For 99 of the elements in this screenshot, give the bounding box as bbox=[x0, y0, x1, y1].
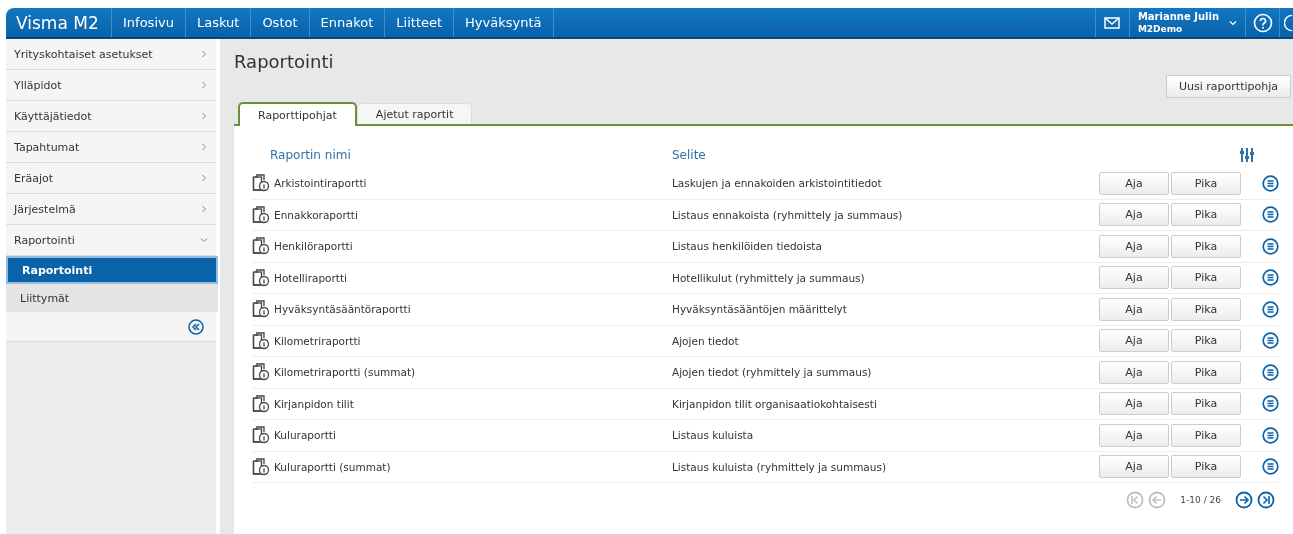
new-template-button[interactable]: Uusi raporttipohja bbox=[1166, 75, 1291, 98]
menu-icon[interactable] bbox=[1262, 332, 1279, 350]
caret-icon[interactable] bbox=[1229, 19, 1237, 26]
report-icon bbox=[252, 268, 270, 287]
user-name[interactable]: Marianne Julin bbox=[1137, 10, 1219, 23]
report-name: Ennakkoraportti bbox=[274, 208, 358, 221]
page-range: 1-10 / 26 bbox=[1180, 495, 1221, 505]
run-button[interactable]: Aja bbox=[1099, 266, 1169, 290]
report-name: Kilometriraportti (summat) bbox=[274, 366, 416, 379]
column-header[interactable]: Selite bbox=[672, 148, 1239, 162]
tab[interactable]: Ajetut raportit bbox=[356, 103, 473, 124]
report-icon bbox=[252, 426, 270, 445]
menu-icon[interactable] bbox=[1262, 237, 1279, 255]
quick-run-button[interactable]: Pika bbox=[1171, 297, 1241, 321]
report-description: Listaus henkilöiden tiedoista bbox=[672, 240, 823, 253]
tab[interactable]: Raporttipohjat bbox=[238, 102, 357, 126]
next-page-icon[interactable] bbox=[1235, 491, 1253, 509]
chevron-right-icon bbox=[200, 143, 208, 151]
report-icon bbox=[252, 457, 270, 476]
quick-run-button[interactable]: Pika bbox=[1171, 203, 1241, 227]
run-button[interactable]: Aja bbox=[1099, 392, 1169, 416]
quick-run-button[interactable]: Pika bbox=[1171, 234, 1241, 258]
quick-run-button[interactable]: Pika bbox=[1171, 455, 1241, 479]
report-icon bbox=[252, 174, 270, 193]
nav-item[interactable]: Liitteet bbox=[385, 8, 455, 37]
sidebar-subitem[interactable]: Raportointi bbox=[6, 256, 218, 284]
menu-icon[interactable] bbox=[1262, 458, 1279, 476]
run-button[interactable]: Aja bbox=[1099, 171, 1169, 195]
quick-run-button[interactable]: Pika bbox=[1171, 423, 1241, 447]
menu-icon[interactable] bbox=[1262, 300, 1279, 318]
chevron-right-icon bbox=[200, 81, 208, 89]
nav-item[interactable]: Infosivu bbox=[112, 8, 186, 37]
report-name: Kirjanpidon tilit bbox=[274, 397, 354, 410]
quick-run-button[interactable]: Pika bbox=[1171, 171, 1241, 195]
run-button[interactable]: Aja bbox=[1099, 234, 1169, 258]
menu-icon[interactable] bbox=[1262, 395, 1279, 413]
quick-run-button[interactable]: Pika bbox=[1171, 329, 1241, 353]
chevron-down-icon bbox=[200, 236, 208, 244]
run-button[interactable]: Aja bbox=[1099, 423, 1169, 447]
quick-run-button[interactable]: Pika bbox=[1171, 266, 1241, 290]
report-icon bbox=[252, 237, 270, 256]
help-icon[interactable] bbox=[1252, 12, 1273, 33]
sidebar-item[interactable]: Järjestelmä bbox=[6, 194, 216, 225]
nav-item[interactable]: Hyväksyntä bbox=[454, 8, 554, 37]
report-name: Hotelliraportti bbox=[274, 271, 347, 284]
menu-icon[interactable] bbox=[1262, 363, 1279, 381]
nav-item[interactable]: Laskut bbox=[185, 8, 252, 37]
menu-icon[interactable] bbox=[1262, 269, 1279, 287]
sidebar-item[interactable]: Käyttäjätiedot bbox=[6, 101, 216, 132]
quick-run-button[interactable]: Pika bbox=[1171, 360, 1241, 384]
report-name: Kuluraportti bbox=[274, 429, 336, 442]
nav-item[interactable]: Ostot bbox=[251, 8, 310, 37]
report-name: Kuluraportti (summat) bbox=[274, 460, 391, 473]
report-icon bbox=[252, 300, 270, 319]
report-icon bbox=[252, 394, 270, 413]
run-button[interactable]: Aja bbox=[1099, 203, 1169, 227]
company-name: M2Demo bbox=[1137, 22, 1184, 35]
chevron-right-icon bbox=[200, 205, 208, 213]
sidebar-item[interactable]: Tapahtumat bbox=[6, 132, 216, 163]
collapse-icon[interactable] bbox=[188, 318, 204, 335]
report-description: Listaus kuluista bbox=[672, 429, 755, 442]
report-description: Ajojen tiedot (ryhmittely ja summaus) bbox=[672, 366, 873, 379]
column-settings-icon[interactable] bbox=[1239, 147, 1255, 163]
report-description: Hyväksyntäsääntöjen määrittelyt bbox=[672, 303, 848, 316]
menu-icon[interactable] bbox=[1262, 426, 1279, 444]
report-description: Listaus ennakoista (ryhmittely ja summaus) bbox=[672, 208, 904, 221]
report-name: Hyväksyntäsääntöraportti bbox=[274, 303, 411, 316]
run-button[interactable]: Aja bbox=[1099, 360, 1169, 384]
report-description: Laskujen ja ennakoiden arkistointitiedot bbox=[672, 177, 883, 190]
report-description: Kirjanpidon tilit organisaatiokohtaisesti bbox=[672, 397, 878, 410]
sidebar-item[interactable]: Yrityskohtaiset asetukset bbox=[6, 39, 216, 70]
report-icon bbox=[252, 205, 270, 224]
menu-icon[interactable] bbox=[1262, 174, 1279, 192]
report-description: Listaus kuluista (ryhmittely ja summaus) bbox=[672, 460, 888, 473]
column-header[interactable]: Raportin nimi bbox=[252, 148, 672, 162]
run-button[interactable]: Aja bbox=[1099, 329, 1169, 353]
page-title: Raportointi bbox=[234, 50, 335, 74]
sidebar-item[interactable]: Raportointi bbox=[6, 225, 216, 256]
chevron-right-icon bbox=[200, 112, 208, 120]
quick-run-button[interactable]: Pika bbox=[1171, 392, 1241, 416]
sidebar-item[interactable]: Eräajot bbox=[6, 163, 216, 194]
nav-item[interactable]: Ennakot bbox=[309, 8, 386, 37]
report-icon bbox=[252, 363, 270, 382]
chevron-right-icon bbox=[200, 174, 208, 182]
report-name: Kilometriraportti bbox=[274, 334, 361, 347]
last-page-icon[interactable] bbox=[1257, 491, 1275, 509]
report-name: Arkistointiraportti bbox=[274, 177, 367, 190]
menu-icon[interactable] bbox=[1262, 206, 1279, 224]
run-button[interactable]: Aja bbox=[1099, 297, 1169, 321]
sidebar-subitem[interactable]: Liittymät bbox=[6, 284, 218, 312]
app-logo[interactable]: Visma M2 bbox=[6, 8, 112, 37]
mail-icon[interactable] bbox=[1104, 16, 1121, 29]
run-button[interactable]: Aja bbox=[1099, 455, 1169, 479]
sidebar-item[interactable]: Ylläpidot bbox=[6, 70, 216, 101]
report-description: Hotellikulut (ryhmittely ja summaus) bbox=[672, 271, 866, 284]
report-name: Henkilöraportti bbox=[274, 240, 353, 253]
report-icon bbox=[252, 331, 270, 350]
report-description: Ajojen tiedot bbox=[672, 334, 740, 347]
chevron-right-icon bbox=[200, 50, 208, 58]
